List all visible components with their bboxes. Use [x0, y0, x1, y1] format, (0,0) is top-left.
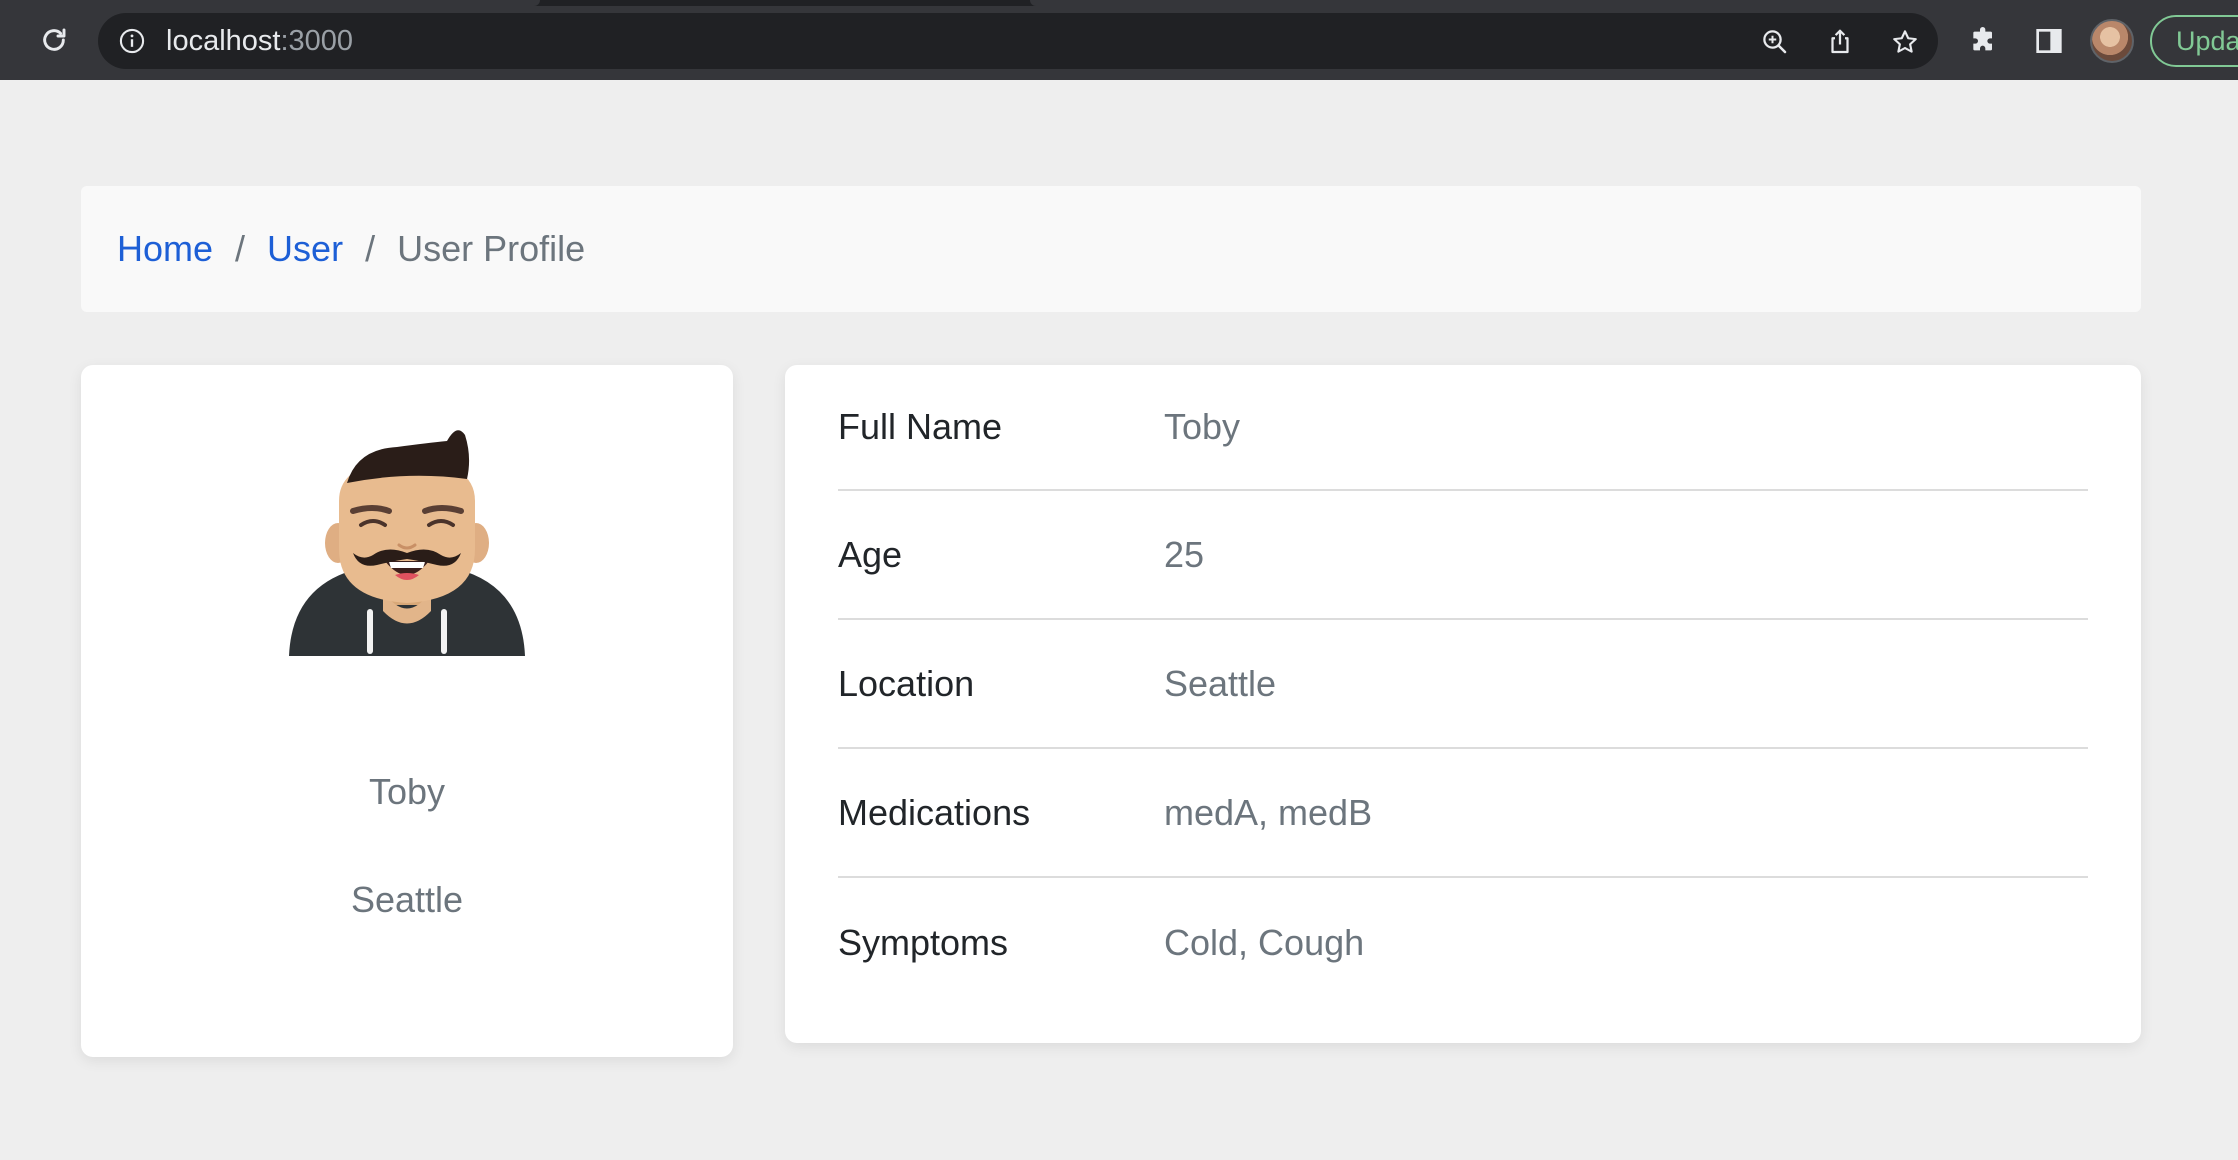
detail-value: medA, medB	[1164, 791, 1373, 833]
reload-icon	[43, 28, 66, 51]
detail-label: Age	[838, 533, 903, 575]
breadcrumb-separator: /	[235, 228, 246, 269]
detail-row-symptoms: Symptoms Cold, Cough	[838, 878, 2088, 1007]
share-icon[interactable]	[1825, 27, 1855, 57]
breadcrumb-separator: /	[365, 228, 376, 269]
detail-label: Symptoms	[838, 921, 1009, 963]
detail-label: Medications	[838, 791, 1031, 833]
detail-label: Full Name	[838, 406, 1003, 447]
profile-name: Toby	[368, 771, 446, 812]
detail-label: Location	[838, 662, 975, 704]
side-panel-icon[interactable]	[2033, 25, 2065, 57]
reload-button[interactable]	[34, 20, 74, 60]
detail-row-location: Location Seattle	[838, 620, 2088, 749]
zoom-icon[interactable]	[1760, 27, 1790, 57]
details-card: Full Name Toby Age 25 Location Seattle M…	[785, 365, 2141, 1043]
detail-value: Seattle	[1164, 662, 1277, 704]
detail-value: 25	[1164, 533, 1205, 575]
detail-value: Cold, Cough	[1164, 921, 1365, 963]
site-info-icon[interactable]	[118, 27, 146, 55]
bookmark-star-icon[interactable]	[1890, 27, 1920, 57]
address-bar[interactable]: localhost:3000	[98, 13, 1938, 69]
mustache-man-avatar-icon	[289, 430, 525, 656]
url-host: localhost	[166, 25, 281, 57]
avatar	[287, 421, 527, 661]
breadcrumb-home-link[interactable]: Home	[117, 228, 213, 270]
profile-card: Toby Seattle	[81, 365, 733, 1057]
browser-toolbar: localhost:3000 Update	[0, 0, 2238, 80]
update-button[interactable]: Update	[2150, 15, 2238, 67]
extensions-icon[interactable]	[1968, 25, 2000, 57]
inactive-tab-edge[interactable]	[1030, 0, 2238, 6]
detail-row-age: Age 25	[838, 491, 2088, 620]
url-text[interactable]: localhost:3000	[166, 26, 353, 56]
breadcrumb: Home / User / User Profile	[81, 186, 2141, 312]
url-port: :3000	[280, 25, 354, 57]
detail-row-full-name: Full Name Toby	[838, 365, 2088, 491]
page: Home / User / User Profile Toby Seattle …	[0, 80, 2238, 1160]
detail-value: Toby	[1164, 406, 1241, 447]
profile-location: Seattle	[350, 879, 464, 920]
detail-row-medications: Medications medA, medB	[838, 749, 2088, 878]
profile-avatar[interactable]	[2090, 19, 2134, 63]
breadcrumb-user-link[interactable]: User	[267, 228, 343, 270]
breadcrumb-current: User Profile	[397, 228, 586, 269]
active-tab-edge[interactable]	[0, 0, 540, 6]
tab-strip	[0, 0, 2238, 6]
